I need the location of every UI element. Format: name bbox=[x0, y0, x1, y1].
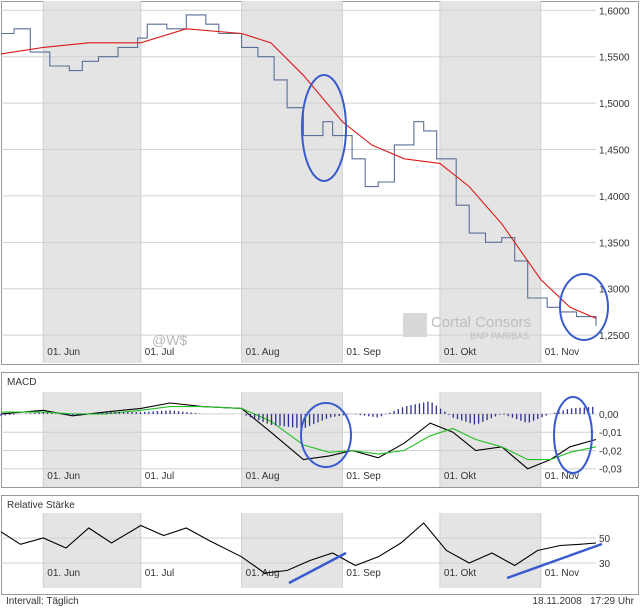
chart-watermark-text: @W$ bbox=[152, 332, 187, 348]
x-tick-label: 01. Okt bbox=[444, 347, 476, 358]
x-tick-label: 01. Sep bbox=[346, 471, 381, 482]
x-tick-label: 01. Aug bbox=[246, 347, 280, 358]
x-tick-label: 01. Jul bbox=[145, 347, 174, 358]
y-tick-label: 1,5500 bbox=[599, 53, 630, 64]
price-panel: 1,25001,30001,35001,40001,45001,50001,55… bbox=[0, 1, 639, 365]
footer-time: 17:29 Uhr bbox=[590, 596, 634, 607]
x-tick-label: 01. Okt bbox=[444, 568, 476, 579]
x-tick-label: 01. Jun bbox=[47, 471, 80, 482]
rsi-panel: 503001. Jun 01. Jul 01. Aug 01. Sep 01. Okt 0… bbox=[0, 495, 639, 595]
month-shade-band bbox=[241, 1, 343, 363]
macd-panel: 0,00 -0,01 -0,02 -0,03 01. Jun 01. Jul 01. Aug… bbox=[0, 372, 639, 488]
chart-svg: 1,25001,30001,35001,40001,45001,50001,55… bbox=[0, 1, 639, 595]
chart-stage: 1,2500 1,3000 1,3500 1,4000 1,4500 1,5000 1,55… bbox=[0, 0, 640, 614]
x-tick-label: 01. Jun bbox=[47, 568, 80, 579]
interval-label: Intervall: Täglich bbox=[6, 596, 79, 607]
y-tick-label: 1,5000 bbox=[599, 99, 630, 110]
chart-footer: Intervall: Täglich 18.11.2008 17:29 Uhr bbox=[0, 596, 640, 610]
x-tick-label: 01. Jun bbox=[47, 347, 80, 358]
x-tick-label: 01. Sep bbox=[346, 347, 381, 358]
x-tick-label: 01. Okt bbox=[444, 471, 476, 482]
footer-date: 18.11.2008 bbox=[532, 596, 582, 607]
y-tick-label: -0,01 bbox=[599, 428, 622, 439]
logo-brand-text: Cortal Consors bbox=[431, 314, 531, 331]
x-tick-label: 01. Nov bbox=[545, 568, 579, 579]
y-tick-label: 1,3500 bbox=[599, 238, 630, 249]
footer-timestamp: 18.11.2008 17:29 Uhr bbox=[532, 596, 634, 607]
x-tick-label: 01. Sep bbox=[346, 568, 381, 579]
panel-title: Relative Stärke bbox=[7, 500, 75, 511]
panel-title: MACD bbox=[7, 377, 36, 388]
x-tick-label: 01. Aug bbox=[246, 568, 280, 579]
x-tick-label: 01. Nov bbox=[545, 347, 579, 358]
month-shade-band bbox=[439, 1, 541, 363]
y-tick-label: 1,6000 bbox=[599, 6, 630, 17]
x-tick-label: 01. Jul bbox=[145, 471, 174, 482]
y-tick-label: -0,02 bbox=[599, 446, 622, 457]
logo-square bbox=[403, 313, 427, 337]
month-shade-band bbox=[43, 1, 141, 363]
y-tick-label: 0,00 bbox=[599, 410, 619, 421]
y-tick-label: 30 bbox=[599, 559, 611, 570]
y-tick-label: 1,4500 bbox=[599, 146, 630, 157]
logo-sub-text: BNP PARIBAS bbox=[470, 331, 529, 341]
y-tick-label: -0,03 bbox=[599, 465, 622, 476]
x-tick-label: 01. Jul bbox=[145, 568, 174, 579]
y-tick-label: 1,4000 bbox=[599, 192, 630, 203]
x-tick-label: 01. Aug bbox=[246, 471, 280, 482]
y-tick-label: 1,2500 bbox=[599, 331, 630, 342]
